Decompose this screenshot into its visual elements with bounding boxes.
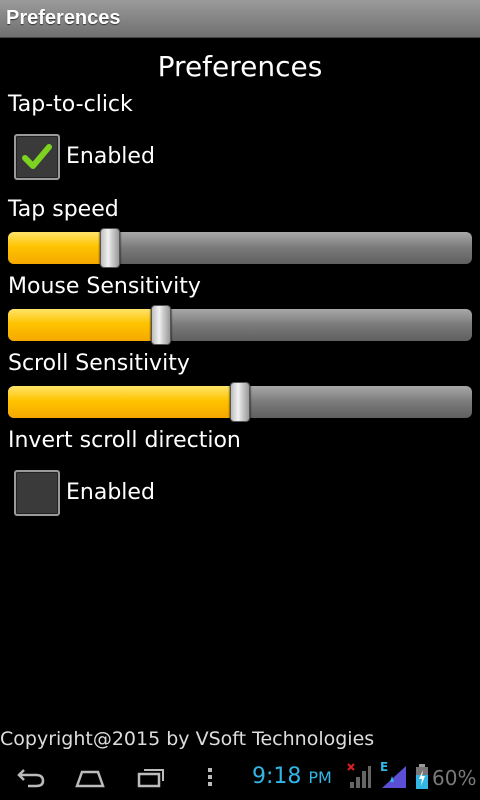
page-heading: Preferences xyxy=(157,50,323,83)
battery-percent: 60% xyxy=(432,766,477,790)
menu-icon[interactable] xyxy=(205,764,215,790)
tap-speed-label: Tap speed xyxy=(8,197,119,222)
mouse-sensitivity-label: Mouse Sensitivity xyxy=(8,274,201,299)
home-icon[interactable] xyxy=(74,764,106,790)
clock-time: 9:18 xyxy=(252,764,302,789)
no-signal-icon xyxy=(347,763,371,788)
clock-ampm: PM xyxy=(308,768,332,787)
tap-speed-slider[interactable] xyxy=(8,228,472,268)
slider-thumb[interactable] xyxy=(151,305,171,345)
system-nav-bar: 9:18 PM E 60% xyxy=(0,756,480,800)
slider-fill xyxy=(8,386,240,418)
tap-to-click-checkbox[interactable] xyxy=(14,134,60,180)
scroll-sensitivity-slider[interactable] xyxy=(8,382,472,422)
clock: 9:18 PM xyxy=(252,764,332,789)
back-icon[interactable] xyxy=(16,764,46,790)
recent-apps-icon[interactable] xyxy=(136,764,166,790)
slider-fill xyxy=(8,232,110,264)
slider-thumb[interactable] xyxy=(230,382,250,422)
invert-scroll-enabled-label: Enabled xyxy=(66,480,155,505)
invert-scroll-label: Invert scroll direction xyxy=(8,428,241,453)
check-mark-icon xyxy=(22,144,52,169)
mouse-sensitivity-slider[interactable] xyxy=(8,305,472,345)
signal-icon xyxy=(382,766,406,788)
tap-to-click-label: Tap-to-click xyxy=(8,92,133,117)
title-bar: Preferences xyxy=(0,0,480,38)
tap-to-click-enabled-label: Enabled xyxy=(66,144,155,169)
battery-charging-icon xyxy=(416,764,428,789)
window-title: Preferences xyxy=(6,7,121,29)
scroll-sensitivity-label: Scroll Sensitivity xyxy=(8,351,190,376)
copyright-text: Copyright@2015 by VSoft Technologies xyxy=(0,728,375,750)
invert-scroll-checkbox[interactable] xyxy=(14,470,60,516)
slider-thumb[interactable] xyxy=(100,228,120,268)
slider-fill xyxy=(8,309,161,341)
